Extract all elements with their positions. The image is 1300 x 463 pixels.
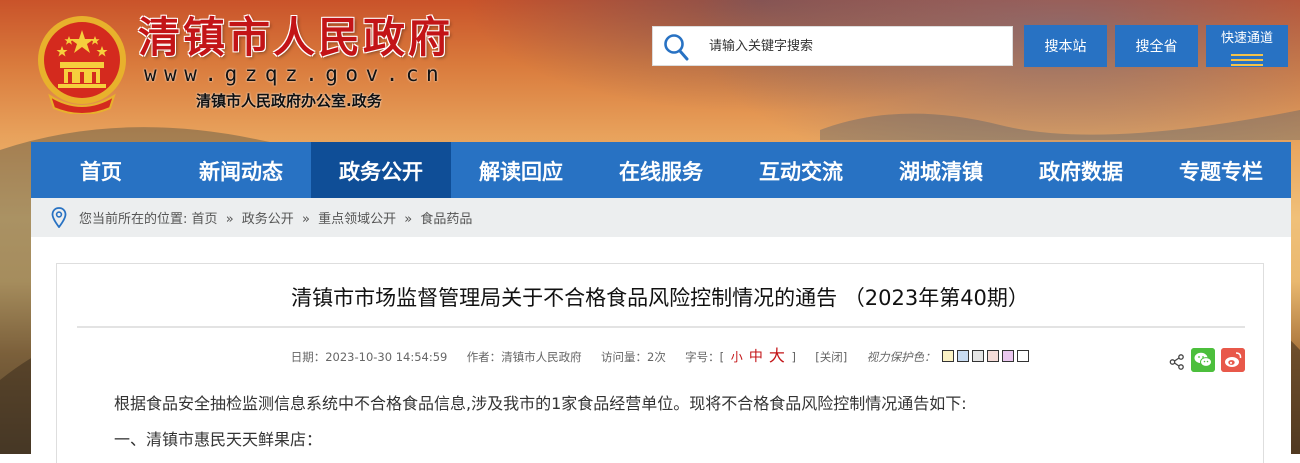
nav-item-gov-data[interactable]: 政府数据: [1011, 142, 1151, 198]
weibo-share-icon[interactable]: [1221, 348, 1245, 372]
vision-color-swatch[interactable]: [1017, 350, 1030, 362]
quick-access-label: 快速通道: [1220, 30, 1273, 46]
font-size-large-button[interactable]: 大: [769, 346, 785, 365]
content-area: 清镇市市场监督管理局关于不合格食品风险控制情况的通告 （2023年第40期） 日…: [31, 237, 1291, 463]
site-subtitle: 清镇市人民政府办公室.政务: [196, 92, 382, 110]
nav-item-hucheng-qingzhen[interactable]: 湖城清镇: [871, 142, 1011, 198]
search-province-button[interactable]: 搜全省: [1115, 25, 1198, 67]
national-emblem-icon: [38, 16, 126, 114]
breadcrumb-link-gov-affairs[interactable]: 政务公开: [242, 212, 294, 227]
article-paragraph: 一、清镇市惠民天天鲜果店：: [114, 430, 323, 449]
font-size-medium-button[interactable]: 中: [749, 349, 763, 365]
article-meta: 日期：2023-10-30 14:54:59 作者：清镇市人民政府 访问量：2次…: [57, 342, 1263, 366]
breadcrumb-link-home[interactable]: 首页: [192, 212, 218, 227]
nav-item-news[interactable]: 新闻动态: [171, 142, 311, 198]
author: 清镇市人民政府: [501, 350, 582, 364]
font-size-end: ]: [791, 350, 796, 364]
nav-item-home[interactable]: 首页: [31, 142, 171, 198]
vision-color-swatch[interactable]: [1002, 350, 1015, 362]
breadcrumb-separator: »: [404, 212, 413, 227]
site-name: 清镇市人民政府: [138, 13, 454, 62]
article: 清镇市市场监督管理局关于不合格食品风险控制情况的通告 （2023年第40期） 日…: [56, 263, 1264, 463]
publish-date: 2023-10-30 14:54:59: [325, 350, 448, 364]
article-paragraph: 根据食品安全抽检监测信息系统中不合格食品信息,涉及我市的1家食品经营单位。现将不…: [114, 394, 967, 413]
vision-color-swatch[interactable]: [957, 350, 970, 362]
author-label: 作者：: [466, 350, 502, 364]
quick-access-button[interactable]: 快速通道: [1206, 25, 1288, 67]
views-label: 访问量：: [601, 350, 647, 364]
title-divider: [77, 326, 1245, 328]
breadcrumb: 您当前所在的位置: 首页 » 政务公开 » 重点领域公开 » 食品药品: [31, 198, 1291, 237]
share-icon[interactable]: [1169, 354, 1185, 370]
font-size-label: 字号：[: [685, 350, 725, 364]
breadcrumb-separator: »: [225, 212, 234, 227]
site-url: www.gzqz.gov.cn: [144, 62, 447, 86]
search-site-button[interactable]: 搜本站: [1024, 25, 1107, 67]
site-header: 清镇市人民政府 www.gzqz.gov.cn 清镇市人民政府办公室.政务 搜本…: [0, 0, 1300, 140]
wechat-share-icon[interactable]: [1191, 348, 1215, 372]
date-label: 日期：: [290, 350, 326, 364]
breadcrumb-link-key-areas[interactable]: 重点领域公开: [318, 212, 396, 227]
view-count: 2次: [647, 350, 666, 364]
article-title: 清镇市市场监督管理局关于不合格食品风险控制情况的通告 （2023年第40期）: [291, 286, 1029, 310]
location-pin-icon: [51, 207, 67, 228]
nav-item-special-topics[interactable]: 专题专栏: [1151, 142, 1291, 198]
nav-item-gov-affairs[interactable]: 政务公开: [311, 142, 451, 198]
menu-lines-icon: [1231, 51, 1263, 66]
breadcrumb-separator: »: [301, 212, 310, 227]
vision-color-swatch[interactable]: [942, 350, 955, 362]
close-link[interactable]: [关闭]: [815, 350, 847, 364]
nav-item-online-services[interactable]: 在线服务: [591, 142, 731, 198]
breadcrumb-prefix: 您当前所在的位置:: [79, 212, 188, 227]
search-box: [652, 26, 1013, 66]
vision-protect-label: 视力保护色：: [866, 350, 936, 364]
breadcrumb-link-food-drugs[interactable]: 食品药品: [420, 212, 472, 227]
vision-color-swatch[interactable]: [972, 350, 985, 362]
search-icon[interactable]: [663, 33, 689, 61]
search-input[interactable]: [709, 27, 1005, 65]
nav-item-interpretation[interactable]: 解读回应: [451, 142, 591, 198]
vision-color-swatch[interactable]: [987, 350, 1000, 362]
main-nav: 首页 新闻动态 政务公开 解读回应 在线服务 互动交流 湖城清镇 政府数据 专题…: [31, 142, 1291, 198]
font-size-small-button[interactable]: 小: [731, 350, 743, 364]
nav-item-interaction[interactable]: 互动交流: [731, 142, 871, 198]
